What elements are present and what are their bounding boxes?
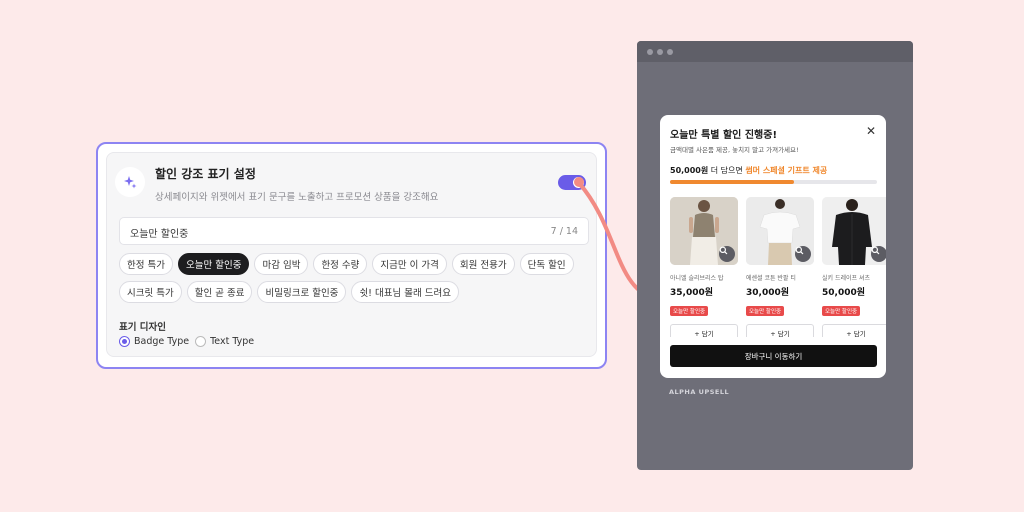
product-price: 35,000원 xyxy=(670,288,714,298)
product-image[interactable] xyxy=(670,197,738,265)
go-to-cart-button[interactable]: 장바구니 이동하기 xyxy=(670,345,877,367)
product-name: 에센셜 코튼 반팔 티 xyxy=(746,275,796,282)
window-dot-icon xyxy=(657,48,663,55)
modal-subtitle: 금액대별 사은품 제공, 놓치지 말고 가져가세요! xyxy=(670,146,799,154)
window-dot-icon xyxy=(647,48,653,55)
discount-badge: 오늘만 할인중 xyxy=(822,306,861,316)
gift-progress-bar xyxy=(670,180,877,184)
product-card: 에센셜 코튼 반팔 티 30,000원 오늘만 할인중 + 담기 xyxy=(746,197,814,337)
close-icon[interactable]: ✕ xyxy=(866,124,876,138)
gift-progress-fill xyxy=(670,180,795,184)
product-card: 실키 드레이프 셔츠 50,000원 오늘만 할인중 + 담기 xyxy=(822,197,886,337)
progress-connector: 더 담으면 xyxy=(708,166,746,175)
upsell-modal: 오늘만 특별 할인 진행중! ✕ 금액대별 사은품 제공, 놓치지 말고 가져가… xyxy=(660,115,886,378)
browser-titlebar xyxy=(637,41,913,62)
remaining-amount: 50,000원 xyxy=(670,166,709,175)
gift-progress-text: 50,000원 더 담으면 썸머 스페셜 기프트 제공 xyxy=(670,165,827,176)
zoom-icon[interactable] xyxy=(795,246,811,262)
zoom-icon[interactable] xyxy=(719,246,735,262)
zoom-icon[interactable] xyxy=(871,246,886,262)
brand-label: ALPHA UPSELL xyxy=(669,388,730,396)
product-price: 30,000원 xyxy=(746,288,790,298)
product-card: 아니엘 슬리브리스 탑 35,000원 오늘만 할인중 + 담기 xyxy=(670,197,738,337)
product-name: 실키 드레이프 셔츠 xyxy=(822,275,870,282)
product-image[interactable] xyxy=(746,197,814,265)
add-to-cart-button[interactable]: + 담기 xyxy=(746,324,814,337)
modal-title: 오늘만 특별 할인 진행중! xyxy=(670,130,778,141)
add-to-cart-button[interactable]: + 담기 xyxy=(670,324,738,337)
window-dot-icon xyxy=(667,48,673,55)
gift-highlight: 썸머 스페셜 기프트 제공 xyxy=(745,166,828,175)
product-carousel: 아니엘 슬리브리스 탑 35,000원 오늘만 할인중 + 담기 에센셜 코튼 … xyxy=(670,197,886,337)
add-to-cart-button[interactable]: + 담기 xyxy=(822,324,886,337)
product-price: 50,000원 xyxy=(822,288,866,298)
browser-window: 오늘만 특별 할인 진행중! ✕ 금액대별 사은품 제공, 놓치지 말고 가져가… xyxy=(637,41,913,470)
product-name: 아니엘 슬리브리스 탑 xyxy=(670,275,724,282)
discount-badge: 오늘만 할인중 xyxy=(746,306,785,316)
product-image[interactable] xyxy=(822,197,886,265)
discount-badge: 오늘만 할인중 xyxy=(670,306,709,316)
